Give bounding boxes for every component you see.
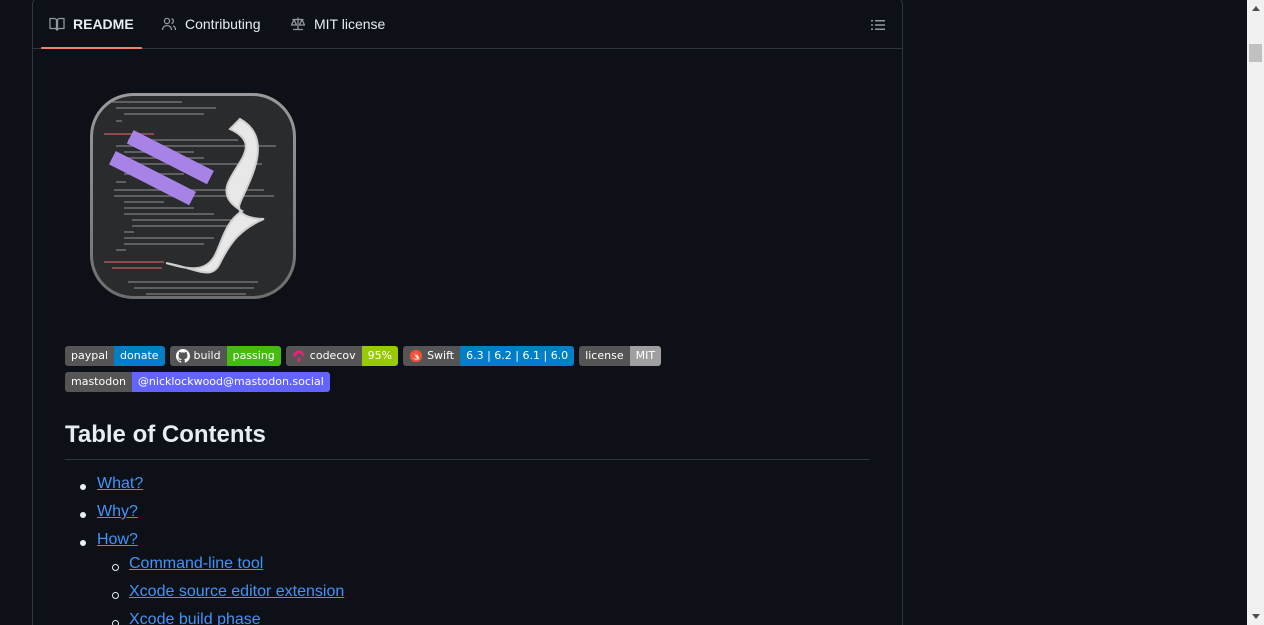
scroll-up-button[interactable]	[1247, 0, 1264, 17]
scrollbar-thumb[interactable]	[1249, 44, 1262, 62]
codecov-badge-label: codecov	[309, 349, 356, 362]
badge-row-1: paypal donate build passing codecov 95% …	[65, 346, 662, 366]
list-bullet	[80, 512, 86, 518]
build-badge-value: passing	[226, 346, 281, 366]
license-badge[interactable]: license MIT	[579, 346, 662, 366]
readme-tab-bar: README Contributing MIT license	[33, 0, 902, 49]
toc-link-how[interactable]: How?	[97, 531, 138, 549]
codecov-icon	[292, 350, 304, 362]
outline-button[interactable]	[866, 13, 890, 37]
tab-license-label: MIT license	[314, 15, 386, 32]
mastodon-badge-label: mastodon	[65, 372, 132, 392]
people-icon	[161, 17, 177, 30]
build-badge-left: build	[169, 346, 227, 366]
arrow-up-icon	[1251, 5, 1260, 11]
github-icon	[175, 349, 190, 363]
swift-badge[interactable]: Swift 6.3 | 6.2 | 6.1 | 6.0	[403, 346, 575, 366]
license-badge-value: MIT	[629, 346, 662, 366]
scroll-down-button[interactable]	[1247, 608, 1264, 625]
toc-link-what[interactable]: What?	[97, 475, 143, 493]
swift-badge-left: Swift	[403, 346, 461, 366]
paypal-badge-label: paypal	[65, 346, 115, 366]
toc-link-xcode-source-editor-extension[interactable]: Xcode source editor extension	[129, 583, 344, 601]
list-bullet	[112, 564, 119, 571]
swiftformat-logo	[90, 93, 296, 299]
page: README Contributing MIT license paypal d…	[0, 0, 1264, 625]
book-icon	[49, 17, 65, 31]
build-badge[interactable]: build passing	[169, 346, 281, 366]
tab-contributing[interactable]: Contributing	[153, 0, 269, 48]
tab-contributing-label: Contributing	[185, 15, 261, 32]
tab-license[interactable]: MIT license	[282, 0, 393, 48]
scale-icon	[290, 17, 306, 30]
codecov-badge-left: codecov	[285, 346, 362, 366]
toc-link-xcode-build-phase[interactable]: Xcode build phase	[129, 611, 261, 625]
paypal-badge-value: donate	[114, 346, 165, 366]
codecov-badge[interactable]: codecov 95%	[285, 346, 399, 366]
list-bullet	[112, 620, 119, 625]
list-bullet	[80, 540, 86, 546]
tab-readme-label: README	[73, 15, 134, 32]
readme-panel: README Contributing MIT license paypal d…	[32, 0, 903, 625]
toc-link-why[interactable]: Why?	[97, 503, 138, 521]
badge-row-2: mastodon @nicklockwood@mastodon.social	[65, 372, 330, 392]
swift-icon	[409, 349, 423, 363]
list-icon	[871, 20, 885, 30]
list-bullet	[112, 592, 119, 599]
mastodon-badge[interactable]: mastodon @nicklockwood@mastodon.social	[65, 372, 330, 392]
list-bullet	[80, 484, 86, 490]
build-badge-label: build	[193, 349, 221, 362]
license-badge-label: license	[579, 346, 630, 366]
arrow-down-icon	[1251, 613, 1260, 619]
swift-badge-label: Swift	[427, 349, 455, 362]
swift-badge-value: 6.3 | 6.2 | 6.1 | 6.0	[460, 346, 575, 366]
tab-readme[interactable]: README	[41, 0, 142, 49]
paypal-badge[interactable]: paypal donate	[65, 346, 165, 366]
codecov-badge-value: 95%	[361, 346, 399, 366]
toc-link-command-line-tool[interactable]: Command-line tool	[129, 555, 263, 573]
toc-heading: Table of Contents	[65, 421, 870, 460]
mastodon-badge-value: @nicklockwood@mastodon.social	[131, 372, 330, 392]
page-scrollbar[interactable]	[1247, 0, 1264, 625]
